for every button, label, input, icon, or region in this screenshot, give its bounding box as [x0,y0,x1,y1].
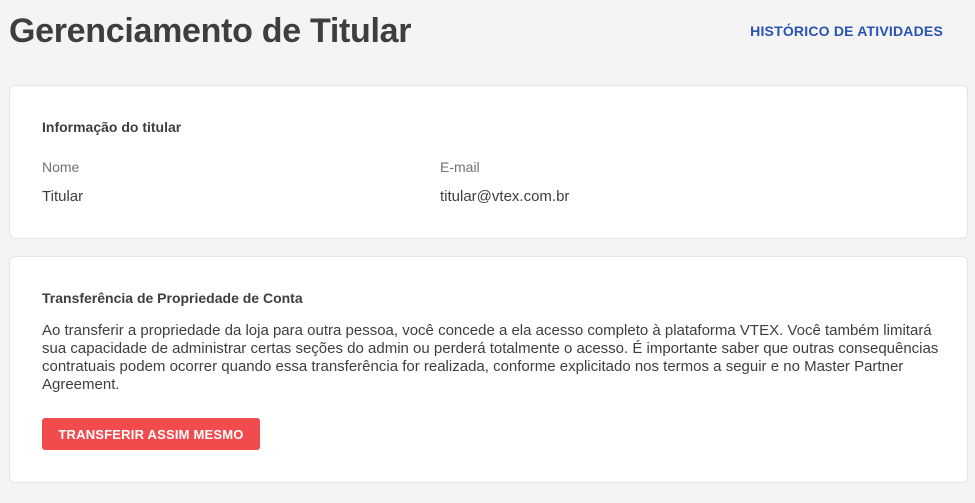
name-value: Titular [42,188,84,205]
activity-history-link[interactable]: HISTÓRICO DE ATIVIDADES [750,22,943,40]
page-header: Gerenciamento de Titular HISTÓRICO DE AT… [0,0,975,70]
ownership-transfer-title: Transferência de Propriedade de Conta [42,290,303,306]
ownership-transfer-description: Ao transferir a propriedade da loja para… [42,322,939,393]
email-value: titular@vtex.com.br [440,188,570,205]
name-label: Nome [42,159,80,175]
email-label: E-mail [440,159,480,175]
holder-info-title: Informação do titular [42,119,182,135]
holder-info-card: Informação do titular Nome Titular E-mai… [9,85,968,239]
page-title: Gerenciamento de Titular [9,12,412,50]
ownership-transfer-card: Transferência de Propriedade de Conta Ao… [9,256,968,483]
transfer-anyway-button[interactable]: TRANSFERIR ASSIM MESMO [42,418,260,450]
